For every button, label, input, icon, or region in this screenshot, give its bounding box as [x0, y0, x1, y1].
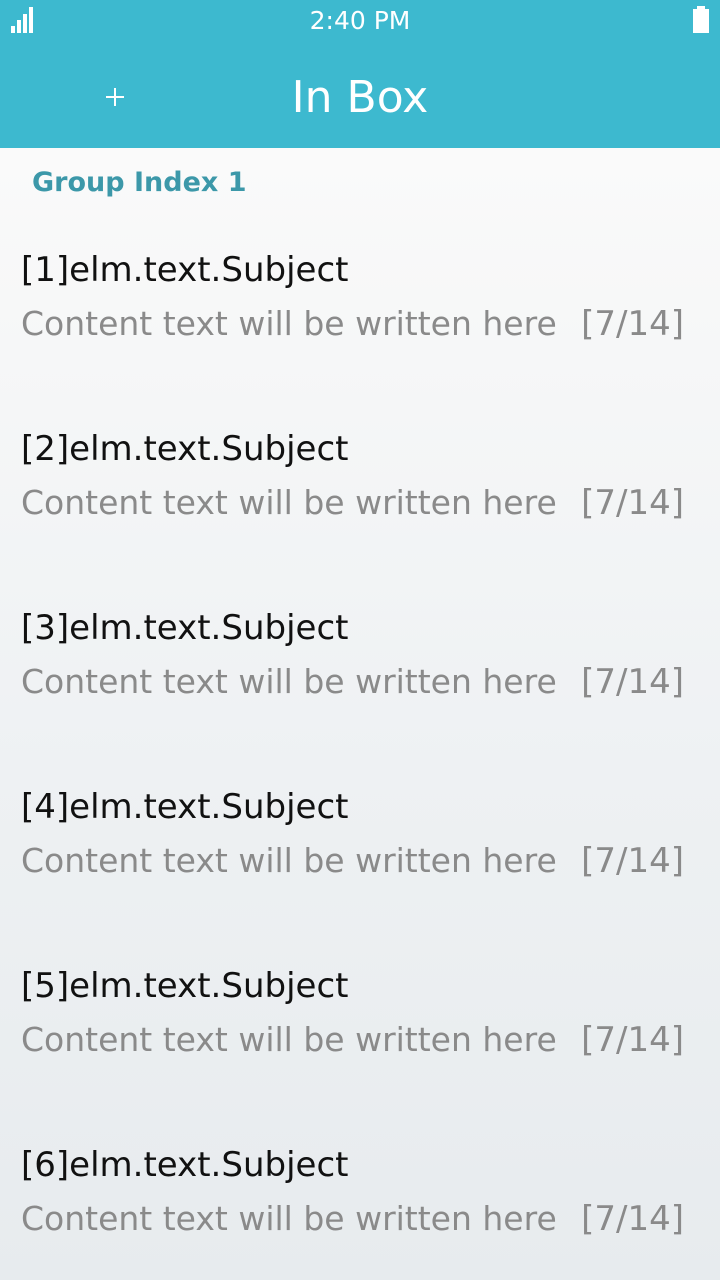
item-subject: [4]elm.text.Subject	[21, 787, 349, 827]
item-content: Content text will be written here	[21, 662, 557, 701]
item-counter: [7/14]	[581, 841, 684, 881]
list-item[interactable]: [1]elm.text.Subject Content text will be…	[0, 200, 720, 379]
item-content: Content text will be written here	[21, 841, 557, 880]
status-time: 2:40 PM	[309, 6, 411, 35]
list-item[interactable]: [4]elm.text.Subject Content text will be…	[0, 737, 720, 916]
item-content: Content text will be written here	[21, 483, 557, 522]
page-title: In Box	[291, 72, 429, 123]
item-subject: [2]elm.text.Subject	[21, 429, 349, 469]
item-subject: [3]elm.text.Subject	[21, 608, 349, 648]
item-counter: [7/14]	[581, 662, 684, 702]
list-item[interactable]: [5]elm.text.Subject Content text will be…	[0, 916, 720, 1095]
item-counter: [7/14]	[581, 1199, 684, 1239]
list-item[interactable]: [6]elm.text.Subject Content text will be…	[0, 1095, 720, 1274]
battery-icon	[693, 6, 709, 33]
item-counter: [7/14]	[581, 483, 684, 523]
item-content: Content text will be written here	[21, 1020, 557, 1059]
item-subject: [1]elm.text.Subject	[21, 250, 349, 290]
status-bar: 2:40 PM	[0, 0, 720, 42]
header-bar: 2:40 PM In Box	[0, 0, 720, 148]
item-subject: [5]elm.text.Subject	[21, 966, 349, 1006]
list-item[interactable]: [2]elm.text.Subject Content text will be…	[0, 379, 720, 558]
item-content: Content text will be written here	[21, 304, 557, 343]
group-index-title: Group Index 1	[32, 167, 247, 198]
item-counter: [7/14]	[581, 1020, 684, 1060]
item-content: Content text will be written here	[21, 1199, 557, 1238]
list-item[interactable]: [3]elm.text.Subject Content text will be…	[0, 558, 720, 737]
item-counter: [7/14]	[581, 304, 684, 344]
item-subject: [6]elm.text.Subject	[21, 1145, 349, 1185]
message-list[interactable]: Group Index 1 [1]elm.text.Subject Conten…	[0, 148, 720, 1280]
